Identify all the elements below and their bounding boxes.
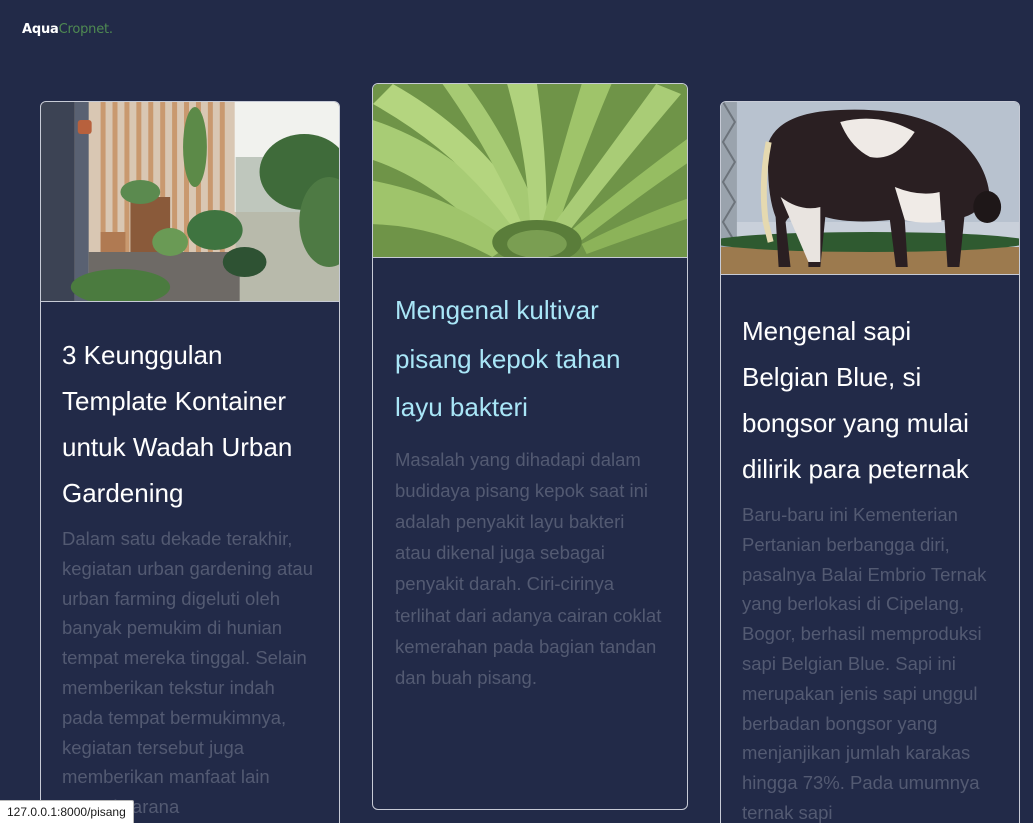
post-title[interactable]: Mengenal sapi Belgian Blue, si bongsor y… — [721, 275, 1019, 492]
post-excerpt: Dalam satu dekade terakhir, kegiatan urb… — [62, 528, 313, 818]
post-card-belgian-blue[interactable]: Mengenal sapi Belgian Blue, si bongsor y… — [720, 101, 1020, 823]
post-thumbnail-image[interactable] — [721, 102, 1019, 275]
balcony-garden-photo — [41, 102, 339, 301]
belgian-blue-cow-photo — [721, 102, 1019, 274]
post-card-urban-gardening[interactable]: 3 Keunggulan Template Kontainer untuk Wa… — [40, 101, 340, 823]
post-thumbnail-image[interactable] — [41, 102, 339, 302]
post-excerpt: Masalah yang dihadapi dalam budidaya pis… — [395, 448, 662, 688]
post-thumbnail-image[interactable] — [373, 84, 687, 258]
post-excerpt: Baru-baru ini Kementerian Pertanian berb… — [742, 504, 987, 823]
post-card-pisang-kepok[interactable]: Mengenal kultivar pisang kepok tahan lay… — [372, 83, 688, 810]
brand-logo-part1: Aqua — [22, 22, 59, 37]
browser-status-url: 127.0.0.1:8000/pisang — [0, 800, 134, 823]
page: AquaCropnet. 3 Keunggulan Template Konta… — [0, 0, 1033, 823]
brand-logo-part2: Cropnet. — [58, 22, 113, 37]
post-title[interactable]: 3 Keunggulan Template Kontainer untuk Wa… — [41, 302, 339, 516]
brand-logo[interactable]: AquaCropnet. — [22, 22, 113, 37]
banana-bunch-photo — [373, 84, 687, 257]
post-title[interactable]: Mengenal kultivar pisang kepok tahan lay… — [373, 258, 687, 432]
